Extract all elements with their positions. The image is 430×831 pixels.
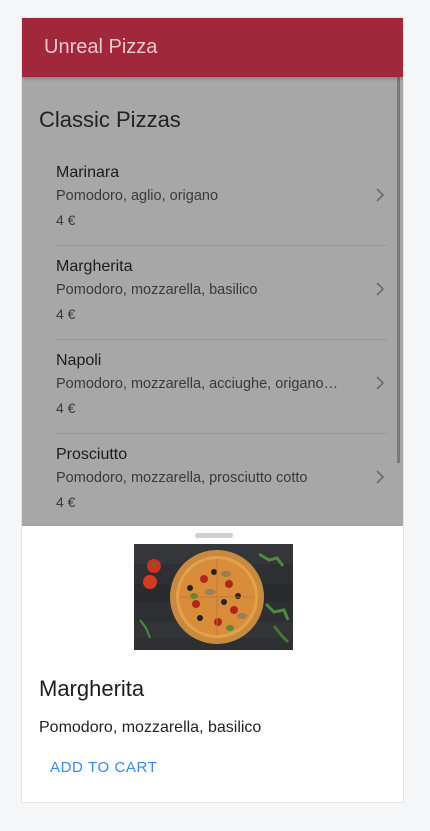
item-name: Prosciutto — [56, 446, 128, 463]
app-bar: Unreal Pizza — [22, 18, 403, 77]
selected-pizza-ingredients: Pomodoro, mozzarella, basilico — [39, 719, 262, 736]
pizza-photo — [134, 544, 293, 650]
list-item-margherita[interactable]: Margherita Pomodoro, mozzarella, basilic… — [56, 246, 387, 340]
list-item-napoli[interactable]: Napoli Pomodoro, mozzarella, acciughe, o… — [56, 340, 387, 434]
section-title: Classic Pizzas — [39, 107, 181, 132]
item-name: Marinara — [56, 164, 120, 181]
chevron-right-icon — [376, 188, 385, 202]
scrollbar[interactable] — [397, 77, 400, 463]
item-ingredients: Pomodoro, mozzarella, acciughe, origano… — [56, 376, 339, 392]
chevron-right-icon — [376, 470, 385, 484]
list-item-prosciutto[interactable]: Prosciutto Pomodoro, mozzarella, prosciu… — [56, 434, 387, 526]
pizza-list-screen: Classic Pizzas Marinara Pomodoro, aglio,… — [22, 77, 403, 526]
add-to-cart-button[interactable]: ADD TO CART — [42, 751, 165, 784]
bottom-sheet: Margherita Pomodoro, mozzarella, basilic… — [22, 526, 403, 802]
sheet-drag-handle[interactable] — [195, 533, 233, 538]
chevron-right-icon — [376, 376, 385, 390]
item-price: 4 € — [56, 306, 76, 322]
item-name: Margherita — [56, 258, 133, 275]
list-item-marinara[interactable]: Marinara Pomodoro, aglio, origano 4 € — [56, 164, 387, 246]
item-price: 4 € — [56, 212, 76, 228]
item-ingredients: Pomodoro, mozzarella, prosciutto cotto — [56, 470, 308, 486]
chevron-right-icon — [376, 282, 385, 296]
pizza-list: Marinara Pomodoro, aglio, origano 4 € Ma… — [56, 164, 387, 526]
item-ingredients: Pomodoro, mozzarella, basilico — [56, 282, 258, 298]
item-ingredients: Pomodoro, aglio, origano — [56, 188, 219, 204]
app-title: Unreal Pizza — [44, 36, 158, 58]
app-window: Unreal Pizza Classic Pizzas Marinara Pom… — [21, 17, 404, 803]
item-price: 4 € — [56, 400, 76, 416]
selected-pizza-name: Margherita — [39, 676, 145, 701]
item-price: 4 € — [56, 494, 76, 510]
item-name: Napoli — [56, 352, 102, 369]
